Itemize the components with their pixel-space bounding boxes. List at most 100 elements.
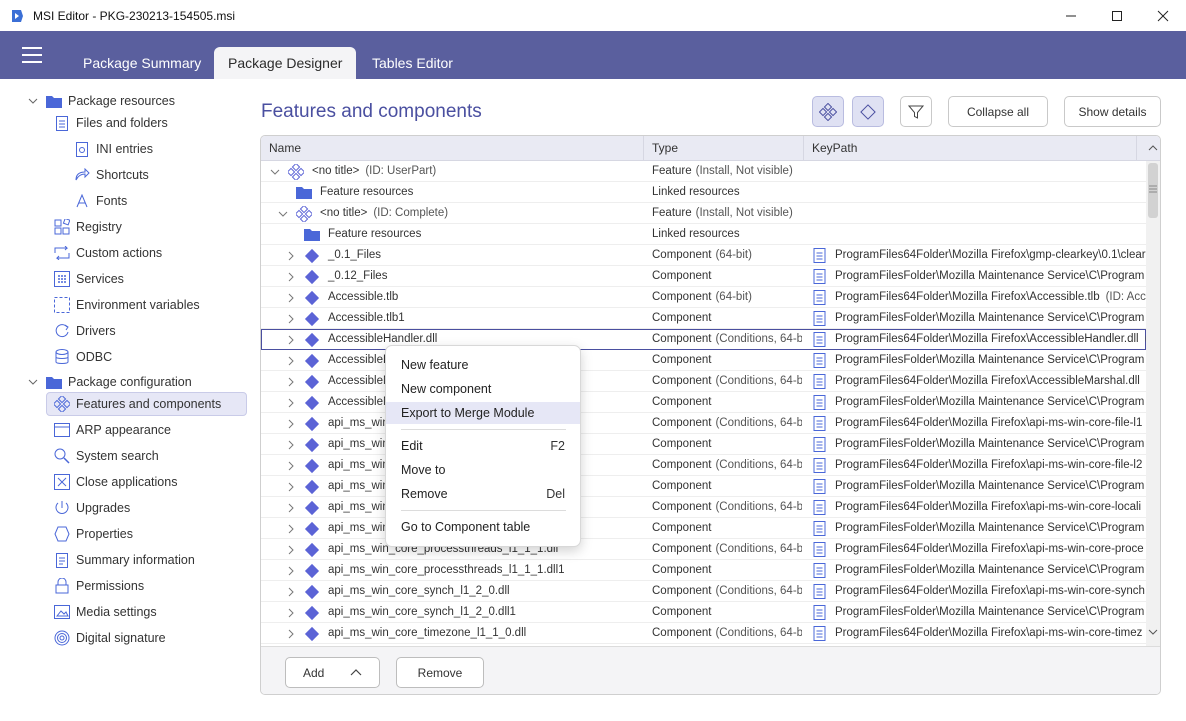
sidebar-item-registry[interactable]: Registry: [54, 215, 122, 239]
chevron-right-icon[interactable]: [285, 480, 297, 492]
row-keypath: ProgramFilesFolder\Mozilla Maintenance S…: [835, 354, 1145, 366]
menu-item-go-to-component-table[interactable]: Go to Component table: [386, 516, 580, 538]
sidebar-item-drivers[interactable]: Drivers: [54, 319, 116, 343]
component-row[interactable]: Accessible.tlb Component (64-bit) ProgramFi…: [261, 287, 1146, 308]
component-row[interactable]: api_ms_win_core_timezone_l1_1_0.dll Compo…: [261, 623, 1146, 644]
sidebar-item-arp-appearance[interactable]: ARP appearance: [54, 418, 171, 442]
row-type: Component: [652, 333, 712, 345]
sidebar-item-media-settings[interactable]: Media settings: [54, 600, 157, 624]
chevron-down-icon[interactable]: [277, 207, 289, 219]
chevron-right-icon[interactable]: [285, 585, 297, 597]
chevron-right-icon[interactable]: [285, 543, 297, 555]
row-type: Component: [652, 543, 712, 555]
chevron-right-icon[interactable]: [285, 564, 297, 576]
close-app-icon: [54, 474, 70, 490]
column-header-type[interactable]: Type: [644, 136, 804, 161]
sidebar-item-odbc[interactable]: ODBC: [54, 345, 112, 369]
row-name: api_ms_win_core_processthreads_l1_1_1.dl…: [328, 564, 565, 576]
show-details-button[interactable]: Show details: [1064, 96, 1161, 127]
add-button[interactable]: Add: [285, 657, 380, 688]
component-row[interactable]: _0.1_Files Component (64-bit) ProgramFiles6…: [261, 245, 1146, 266]
feature-resources-row[interactable]: Feature resources Linked resources: [261, 224, 1146, 245]
row-keypath: ProgramFilesFolder\Mozilla Maintenance S…: [835, 564, 1145, 576]
scroll-down-arrow[interactable]: [1146, 625, 1160, 641]
column-header-name[interactable]: Name: [261, 136, 644, 161]
hamburger-menu-icon[interactable]: [22, 47, 42, 63]
services-icon: [54, 271, 70, 287]
chevron-down-icon[interactable]: [26, 94, 40, 108]
menu-item-new-component[interactable]: New component: [386, 378, 580, 400]
sidebar-item-upgrades[interactable]: Upgrades: [54, 496, 130, 520]
chevron-right-icon[interactable]: [285, 375, 297, 387]
feature-resources-row[interactable]: Feature resources Linked resources: [261, 182, 1146, 203]
menu-item-move-to[interactable]: Move to: [386, 459, 580, 481]
chevron-right-icon[interactable]: [285, 606, 297, 618]
sidebar-item-close-applications[interactable]: Close applications: [54, 470, 177, 494]
chevron-right-icon[interactable]: [285, 501, 297, 513]
chevron-right-icon[interactable]: [285, 522, 297, 534]
chevron-right-icon[interactable]: [285, 459, 297, 471]
type-cell: Component (Conditions, 64-bi: [652, 329, 802, 350]
sidebar-item-files-and-folders[interactable]: Files and folders: [54, 111, 168, 135]
sidebar-item-environment-variables[interactable]: Environment variables: [54, 293, 200, 317]
chevron-right-icon[interactable]: [285, 627, 297, 639]
collapse-all-button[interactable]: Collapse all: [948, 96, 1048, 127]
remove-button[interactable]: Remove: [396, 657, 484, 688]
column-header-keypath[interactable]: KeyPath: [804, 136, 1137, 161]
tab-tables-editor[interactable]: Tables Editor: [358, 47, 467, 79]
sidebar-group-package-resources[interactable]: Package resources: [26, 89, 175, 113]
scroll-up-arrow[interactable]: [1146, 141, 1160, 157]
sidebar-item-shortcuts[interactable]: Shortcuts: [74, 163, 149, 187]
menu-item-remove[interactable]: Remove Del: [386, 483, 580, 505]
vertical-scrollbar[interactable]: [1146, 161, 1160, 649]
minimize-button[interactable]: [1048, 0, 1094, 31]
chevron-right-icon[interactable]: [285, 396, 297, 408]
chevron-right-icon[interactable]: [285, 438, 297, 450]
chevron-down-icon[interactable]: [269, 165, 281, 177]
sidebar-item-system-search[interactable]: System search: [54, 444, 159, 468]
component-row[interactable]: Accessible.tlb1 Component ProgramFilesFold…: [261, 308, 1146, 329]
sidebar-item-ini-entries[interactable]: INI entries: [74, 137, 153, 161]
sidebar-item-services[interactable]: Services: [54, 267, 124, 291]
chevron-down-icon[interactable]: [26, 375, 40, 389]
sidebar-item-custom-actions[interactable]: Custom actions: [54, 241, 162, 265]
sidebar-item-permissions[interactable]: Permissions: [54, 574, 144, 598]
tab-package-designer[interactable]: Package Designer: [214, 47, 357, 79]
menu-item-export-merge-module[interactable]: Export to Merge Module: [386, 402, 580, 424]
tab-package-summary[interactable]: Package Summary: [69, 47, 215, 79]
grid-header: Name Type KeyPath: [261, 136, 1160, 161]
scroll-grip-icon: [1149, 183, 1157, 193]
menu-item-new-feature[interactable]: New feature: [386, 354, 580, 376]
chevron-right-icon[interactable]: [285, 312, 297, 324]
sidebar-item-properties[interactable]: Properties: [54, 522, 133, 546]
chevron-right-icon[interactable]: [285, 249, 297, 261]
close-button[interactable]: [1140, 0, 1186, 31]
name-cell: <no title> (ID: UserPart): [261, 161, 644, 182]
chevron-right-icon[interactable]: [285, 291, 297, 303]
keypath-cell: [813, 224, 1146, 245]
sidebar-group-package-configuration[interactable]: Package configuration: [26, 370, 192, 394]
component-row[interactable]: api_ms_win_core_processthreads_l1_1_1.dl…: [261, 560, 1146, 581]
show-components-toggle[interactable]: [852, 96, 884, 127]
feature-row[interactable]: <no title> (ID: Complete) Feature (Install,…: [261, 203, 1146, 224]
menu-item-edit[interactable]: Edit F2: [386, 435, 580, 457]
component-diamond-icon: [304, 521, 320, 537]
show-features-toggle[interactable]: [812, 96, 844, 127]
sidebar-item-features-and-components[interactable]: Features and components: [46, 392, 247, 416]
chevron-right-icon[interactable]: [285, 354, 297, 366]
file-icon: [54, 115, 70, 131]
component-row[interactable]: _0.12_Files Component ProgramFilesFolder\M…: [261, 266, 1146, 287]
sidebar-item-label: Custom actions: [76, 246, 163, 260]
filter-button[interactable]: [900, 96, 932, 127]
chevron-right-icon[interactable]: [285, 417, 297, 429]
sidebar-item-fonts[interactable]: Fonts: [74, 189, 127, 213]
keypath-cell: ProgramFilesFolder\Mozilla Maintenance S…: [813, 476, 1146, 497]
chevron-right-icon[interactable]: [285, 333, 297, 345]
chevron-right-icon[interactable]: [285, 270, 297, 282]
sidebar-item-summary-information[interactable]: Summary information: [54, 548, 195, 572]
component-row[interactable]: api_ms_win_core_synch_l1_2_0.dll1 Compone…: [261, 602, 1146, 623]
sidebar-item-digital-signature[interactable]: Digital signature: [54, 626, 166, 650]
component-row[interactable]: api_ms_win_core_synch_l1_2_0.dll Componen…: [261, 581, 1146, 602]
maximize-button[interactable]: [1094, 0, 1140, 31]
feature-row[interactable]: <no title> (ID: UserPart) Feature (Install,…: [261, 161, 1146, 182]
